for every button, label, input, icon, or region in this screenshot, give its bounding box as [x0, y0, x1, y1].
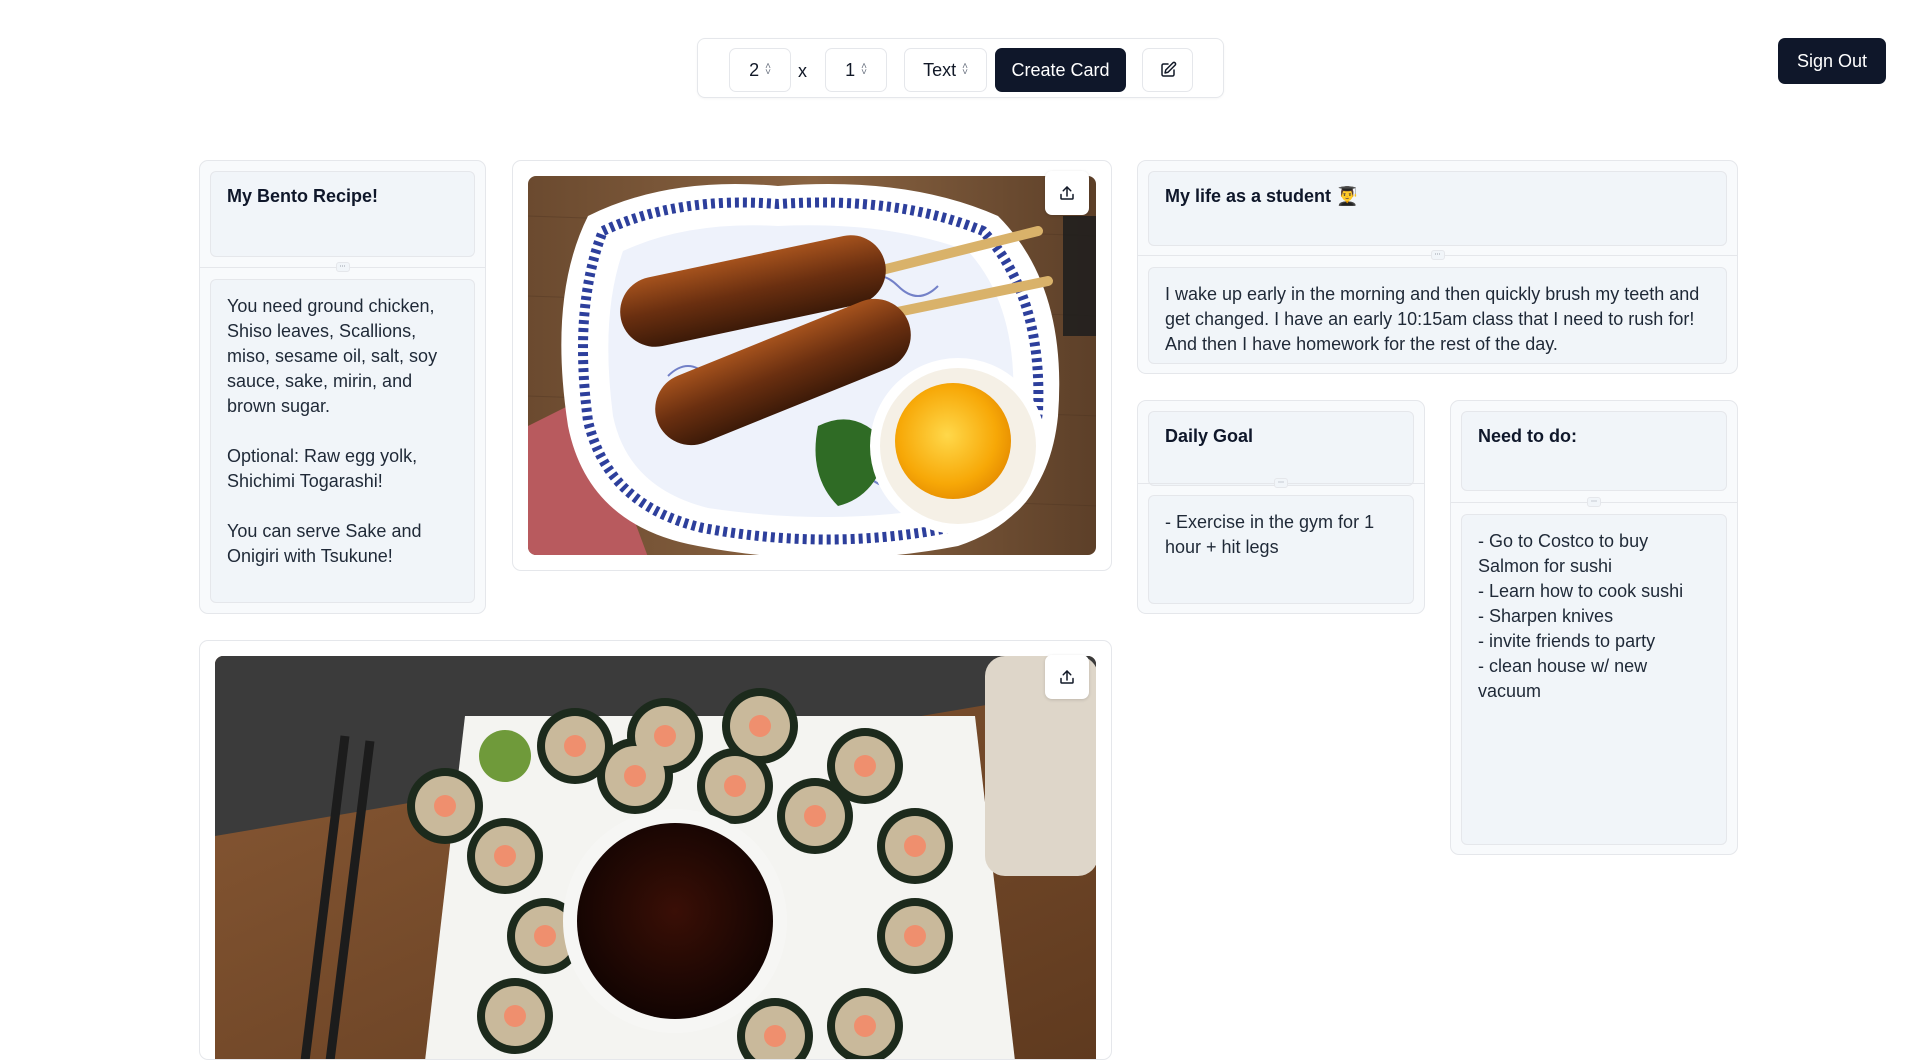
card-title[interactable]: My life as a student 👨‍🎓 [1148, 171, 1727, 246]
sushi-image [215, 656, 1096, 1059]
tsukune-photo [528, 176, 1096, 555]
bento-recipe-card: My Bento Recipe! ⋯ You need ground chick… [199, 160, 486, 614]
grip-icon[interactable]: ⋯ [335, 262, 350, 272]
tsukune-image [528, 176, 1096, 555]
card-type-select[interactable]: Text ˄ ˅ [904, 48, 987, 92]
rows-value: 2 [749, 59, 760, 80]
todo-card: Need to do: ⋯ - Go to Costco to buy Salm… [1450, 400, 1738, 855]
card-type-value: Text [923, 59, 957, 80]
rows-select[interactable]: 2 ˄ ˅ [729, 48, 791, 92]
create-card-button[interactable]: Create Card [995, 48, 1126, 92]
grip-icon[interactable]: ⋯ [1587, 497, 1601, 507]
chevron-up-down-icon: ˄ ˅ [962, 61, 968, 78]
sign-out-button[interactable]: Sign Out [1778, 38, 1886, 84]
card-body[interactable]: - Go to Costco to buy Salmon for sushi -… [1461, 514, 1727, 845]
upload-icon [1060, 670, 1074, 684]
card-body[interactable]: I wake up early in the morning and then … [1148, 267, 1727, 364]
student-life-card: My life as a student 👨‍🎓 ⋯ I wake up ear… [1137, 160, 1738, 374]
edit-button[interactable] [1142, 48, 1193, 92]
sushi-photo [215, 656, 1096, 1059]
chevron-up-down-icon: ˄ ˅ [861, 61, 867, 78]
grip-icon[interactable]: ⋯ [1274, 478, 1288, 488]
cols-select[interactable]: 1 ˄ ˅ [825, 48, 887, 92]
card-title[interactable]: Daily Goal [1148, 411, 1414, 486]
upload-icon [1060, 186, 1074, 200]
chevron-up-down-icon: ˄ ˅ [765, 61, 771, 78]
card-title[interactable]: Need to do: [1461, 411, 1727, 491]
size-separator: x [798, 61, 807, 81]
edit-icon [1160, 61, 1176, 77]
grip-icon[interactable]: ⋯ [1430, 250, 1445, 260]
cols-value: 1 [845, 59, 856, 80]
card-toolbar: 2 ˄ ˅ x 1 ˄ ˅ Text ˄ ˅ Create Card [697, 38, 1224, 98]
card-body[interactable]: - Exercise in the gym for 1 hour + hit l… [1148, 495, 1414, 604]
daily-goal-card: Daily Goal ⋯ - Exercise in the gym for 1… [1137, 400, 1425, 614]
upload-button[interactable] [1045, 171, 1089, 215]
tsukune-image-card [512, 160, 1112, 571]
sushi-image-card [199, 640, 1112, 1060]
upload-button[interactable] [1045, 655, 1089, 699]
card-body[interactable]: You need ground chicken, Shiso leaves, S… [210, 279, 475, 603]
card-title[interactable]: My Bento Recipe! [210, 171, 475, 257]
